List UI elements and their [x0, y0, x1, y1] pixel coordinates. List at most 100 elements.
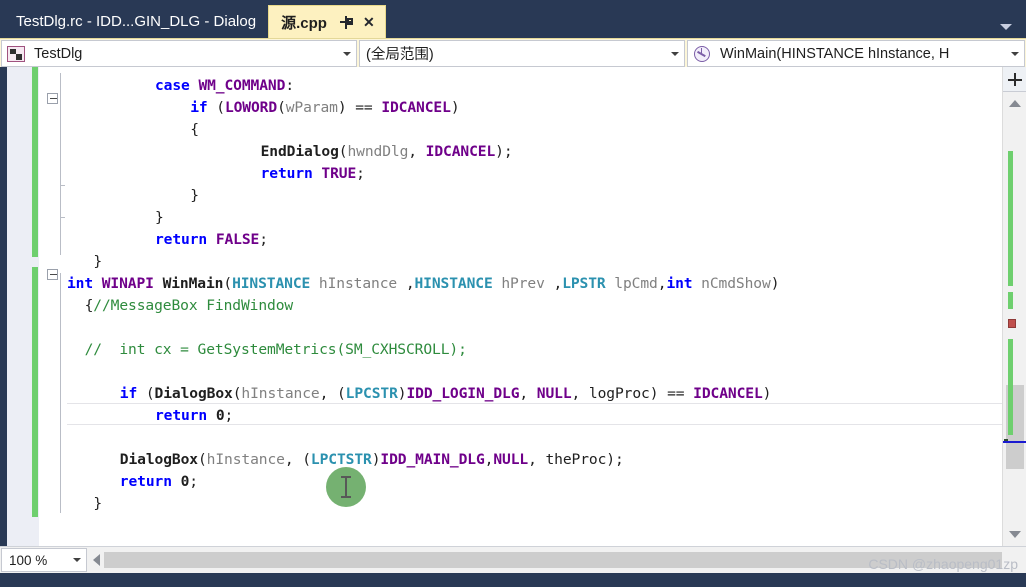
chevron-down-icon[interactable] — [666, 51, 684, 56]
tab-testdlg-rc[interactable]: TestDlg.rc - IDD...GIN_DLG - Dialog — [4, 5, 269, 38]
code-line[interactable]: } — [93, 493, 102, 515]
code-token: , — [571, 385, 589, 402]
code-token: ( — [336, 385, 346, 402]
code-token: == — [355, 99, 382, 116]
code-token: int — [67, 275, 102, 292]
horizontal-scroll-thumb[interactable] — [104, 552, 1002, 568]
code-token: IDCANCEL — [381, 99, 451, 116]
code-token: hPrev — [492, 275, 554, 292]
chevron-down-icon[interactable] — [338, 51, 356, 56]
code-token: WM_COMMAND — [198, 77, 286, 94]
code-line[interactable]: if (LOWORD(wParam) == IDCANCEL) — [190, 97, 459, 119]
collapse-region-button[interactable] — [47, 93, 58, 104]
tab-source-cpp[interactable]: 源.cpp ✕ — [268, 5, 386, 38]
scrollbar-change-marker — [1008, 151, 1013, 286]
code-token: return — [119, 473, 181, 490]
code-token: TRUE — [321, 165, 357, 182]
outlining-gutter — [39, 67, 67, 546]
code-token: ( — [277, 99, 286, 116]
change-bar — [32, 267, 38, 517]
chevron-down-icon[interactable] — [1006, 51, 1024, 56]
code-token: , — [519, 385, 537, 402]
tab-overflow-button[interactable] — [1000, 24, 1026, 38]
code-line[interactable]: return 0; — [120, 471, 198, 493]
code-token: HINSTANCE — [414, 275, 493, 292]
editor-tab-strip: TestDlg.rc - IDD...GIN_DLG - Dialog 源.cp… — [0, 0, 1026, 38]
scrollbar-change-marker — [1008, 292, 1013, 309]
close-icon[interactable]: ✕ — [359, 12, 379, 32]
change-indicator-gutter — [7, 67, 39, 546]
code-token: } — [190, 187, 199, 204]
code-text-area[interactable]: case WM_COMMAND: if (LOWORD(wParam) == ID… — [67, 67, 1002, 546]
scroll-up-arrow-icon[interactable] — [1009, 100, 1021, 107]
code-token: lpCmd — [605, 275, 658, 292]
code-line[interactable]: int WINAPI WinMain(HINSTANCE hInstance ,… — [67, 273, 779, 295]
code-line[interactable]: case WM_COMMAND: — [155, 75, 294, 97]
code-token: logProc — [588, 385, 650, 402]
code-token: , ( — [284, 451, 311, 468]
code-line[interactable]: } — [190, 185, 199, 207]
scrollbar-error-marker[interactable] — [1008, 319, 1016, 328]
code-line[interactable]: {//MessageBox FindWindow — [84, 295, 294, 317]
ibeam-cursor-icon — [341, 476, 351, 498]
collapse-region-button[interactable] — [47, 269, 58, 280]
split-editor-icon[interactable] — [1003, 67, 1026, 92]
method-icon — [694, 45, 710, 62]
code-line[interactable]: if (DialogBox(hInstance, (LPCSTR)IDD_LOG… — [120, 383, 772, 405]
code-token: ) — [337, 99, 356, 116]
code-token: ; — [224, 407, 234, 424]
code-token: ); — [495, 143, 513, 160]
vertical-scrollbar[interactable] — [1002, 67, 1026, 546]
code-token: 0 — [215, 407, 225, 424]
pin-icon[interactable] — [337, 12, 357, 32]
chevron-down-icon[interactable] — [68, 558, 86, 562]
code-line[interactable]: return 0; — [155, 405, 233, 427]
code-token: IDCANCEL — [425, 143, 496, 160]
mouse-cursor-highlight — [326, 467, 366, 507]
code-token: ) — [649, 385, 668, 402]
chevron-down-icon — [1000, 24, 1012, 30]
code-token: { — [84, 297, 94, 314]
outlining-line — [60, 73, 61, 255]
code-line[interactable]: EndDialog(hwndDlg, IDCANCEL); — [261, 141, 513, 163]
code-token: , — [319, 385, 337, 402]
code-token: ( — [223, 275, 233, 292]
scrollbar-change-marker — [1008, 339, 1013, 435]
code-token: HINSTANCE — [232, 275, 311, 292]
code-token: int — [666, 275, 693, 292]
code-line[interactable]: } — [155, 207, 164, 229]
member-combo[interactable]: WinMain(HINSTANCE hInstance, H — [687, 40, 1025, 67]
code-token: wParam — [285, 99, 338, 116]
code-token: } — [93, 495, 103, 512]
window-bottom-chrome — [0, 573, 1026, 587]
visual-studio-editor-window: TestDlg.rc - IDD...GIN_DLG - Dialog 源.cp… — [0, 0, 1026, 587]
code-token: ; — [259, 231, 268, 248]
code-line[interactable]: } — [93, 251, 102, 273]
code-token: EndDialog — [260, 143, 339, 160]
tab-label: TestDlg.rc - IDD...GIN_DLG - Dialog — [16, 13, 257, 30]
code-token: , — [405, 275, 415, 292]
project-combo[interactable]: TestDlg — [1, 40, 357, 67]
zoom-level-value: 100 % — [9, 552, 48, 568]
code-token: } — [93, 253, 103, 270]
scope-combo[interactable]: (全局范围) — [359, 40, 685, 67]
code-line[interactable]: return TRUE; — [261, 163, 365, 185]
code-token: ) — [770, 275, 780, 292]
outlining-tick — [60, 185, 65, 186]
scroll-left-arrow-icon[interactable] — [93, 554, 100, 566]
code-token: NULL — [493, 451, 529, 468]
horizontal-scrollbar[interactable] — [88, 547, 1002, 573]
zoom-level-combo[interactable]: 100 % — [1, 548, 87, 572]
scope-combo-value: (全局范围) — [366, 47, 434, 63]
code-token: ( — [197, 451, 207, 468]
code-token: ( — [216, 99, 225, 116]
code-line[interactable]: return FALSE; — [155, 229, 268, 251]
code-token: DialogBox — [154, 385, 233, 402]
scrollbar-caret-marker — [1003, 441, 1026, 443]
code-line[interactable]: DialogBox(hInstance, (LPCTSTR)IDD_MAIN_D… — [120, 449, 624, 471]
scroll-down-arrow-icon[interactable] — [1009, 531, 1021, 538]
code-line[interactable]: { — [190, 119, 199, 141]
code-line[interactable]: // int cx = GetSystemMetrics(SM_CXHSCROL… — [85, 339, 467, 361]
code-token: { — [190, 121, 199, 138]
code-token: theProc — [545, 451, 607, 468]
